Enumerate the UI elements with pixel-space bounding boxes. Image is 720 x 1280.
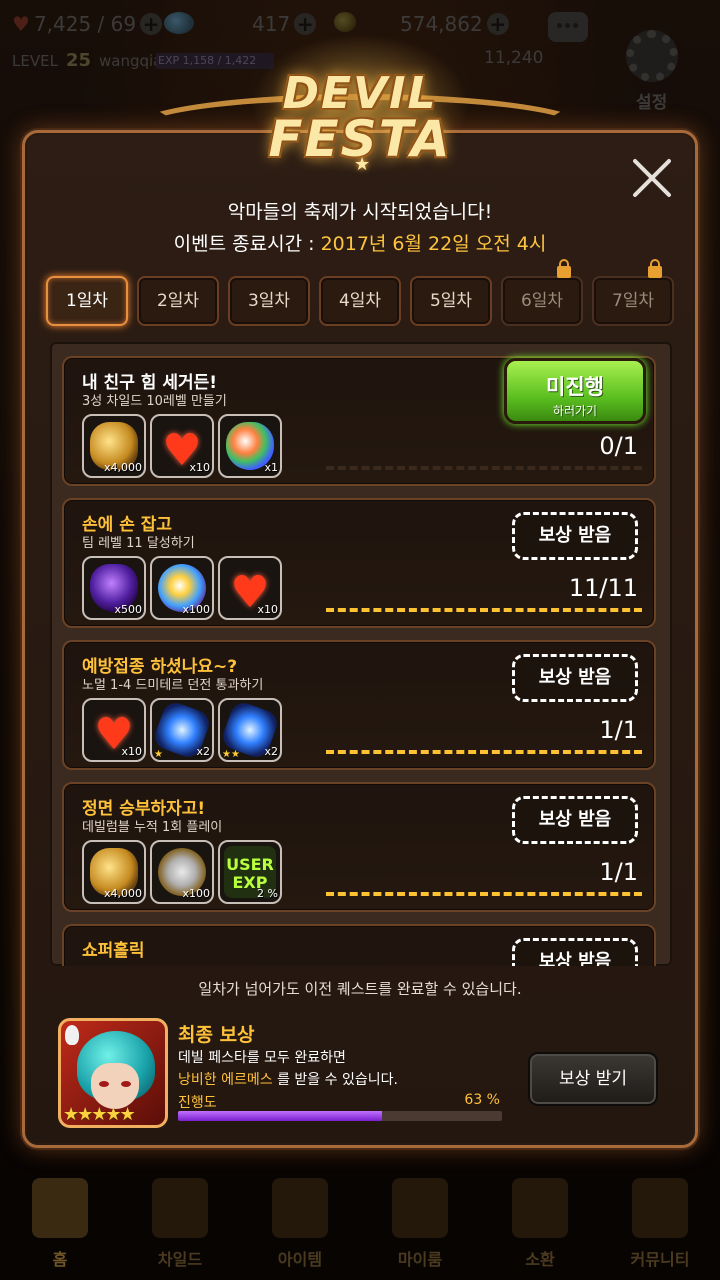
quest-progress: 1/1: [599, 858, 638, 886]
close-icon[interactable]: [628, 154, 676, 202]
progress-label: 진행도: [178, 1095, 217, 1111]
quest-desc: 팀 레벨 11 달성하기: [82, 536, 195, 551]
go-quest-button[interactable]: 미진행 하러가기: [504, 358, 646, 424]
quest-card: 쇼퍼홀릭 보상 받음: [62, 924, 656, 966]
final-progress-fill: [178, 1111, 383, 1121]
claim-final-reward-button[interactable]: 보상 받기: [528, 1052, 658, 1106]
quest-progress: 0/1: [599, 432, 638, 460]
reward-item[interactable]: ★★ x2: [218, 698, 282, 762]
reward-item[interactable]: x1: [218, 414, 282, 478]
quest-card: 예방접종 하셨나요~? 노멀 1-4 드미테르 던전 통과하기 ♥ x10 ★ …: [62, 640, 656, 770]
event-end-time: 이벤트 종료시간 : 2017년 6월 22일 오전 4시: [0, 229, 720, 256]
tab-day-5[interactable]: 5일차: [410, 276, 492, 326]
tab-day-1[interactable]: 1일차: [46, 276, 128, 326]
tab-label: 7일차: [611, 291, 655, 311]
reward-count: x4,000: [103, 461, 142, 474]
reward-count: x1: [264, 461, 278, 474]
reward-item[interactable]: ♥ x10: [150, 414, 214, 478]
quest-card: 정면 승부하자고! 데빌럼블 누적 1회 플레이 x4,000 x100 USE…: [62, 782, 656, 912]
quest-card: 내 친구 힘 세거든! 3성 차일드 10레벨 만들기 x4,000 ♥ x10…: [62, 356, 656, 486]
reward-count: x100: [182, 603, 210, 616]
reward-received-button[interactable]: 보상 받음: [512, 654, 638, 702]
reward-count: x2: [264, 745, 278, 758]
notice-text: 일차가 넘어가도 이전 퀘스트를 완료할 수 있습니다.: [198, 980, 522, 998]
progress-track: [326, 750, 642, 754]
reward-count: x100: [182, 887, 210, 900]
festa-logo: DEVIL FESTA ★: [130, 34, 590, 175]
reward-item[interactable]: ♥ x10: [218, 556, 282, 620]
rarity-stars: ★★★★★: [63, 1104, 136, 1125]
reward-count: x10: [121, 745, 142, 758]
final-reward-title: 최종 보상: [178, 1024, 255, 1046]
quest-title: 쇼퍼홀릭: [82, 941, 145, 961]
reward-received-button[interactable]: 보상 받음: [512, 796, 638, 844]
go-button-label: 미진행: [546, 375, 604, 399]
reward-count: x10: [257, 603, 278, 616]
progress-track: [326, 608, 642, 612]
go-button-sublabel: 하러가기: [552, 404, 598, 418]
quest-desc: 노멀 1-4 드미테르 던전 통과하기: [82, 678, 264, 693]
reward-item[interactable]: ★ x2: [150, 698, 214, 762]
reward-item[interactable]: x4,000: [82, 414, 146, 478]
reward-item[interactable]: x500: [82, 556, 146, 620]
progress-percent: 63 %: [464, 1092, 500, 1108]
reward-received-button[interactable]: 보상 받음: [512, 938, 638, 966]
progress-track: [326, 892, 642, 896]
reward-item[interactable]: x100: [150, 556, 214, 620]
reward-count: x500: [114, 603, 142, 616]
tab-day-4[interactable]: 4일차: [319, 276, 401, 326]
reward-item[interactable]: ♥ x10: [82, 698, 146, 762]
star-icon: ★: [354, 154, 371, 175]
event-time-value: 2017년 6월 22일 오전 4시: [320, 233, 547, 255]
lock-icon: [557, 259, 571, 278]
tab-day-2[interactable]: 2일차: [137, 276, 219, 326]
quest-list[interactable]: 내 친구 힘 세거든! 3성 차일드 10레벨 만들기 x4,000 ♥ x10…: [50, 342, 672, 966]
progress-track: [326, 466, 642, 470]
tab-day-7[interactable]: 7일차: [592, 259, 674, 326]
tab-day-3[interactable]: 3일차: [228, 276, 310, 326]
tab-day-6[interactable]: 6일차: [501, 259, 583, 326]
final-reward-desc: 데빌 페스타를 모두 완료하면: [178, 1050, 346, 1066]
quest-desc: 3성 차일드 10레벨 만들기: [82, 394, 227, 409]
reward-received-button[interactable]: 보상 받음: [512, 512, 638, 560]
rarity-stars: ★★: [222, 749, 240, 760]
event-subtitle: 악마들의 축제가 시작되었습니다!: [227, 201, 493, 223]
final-reward-desc-2: 낭비한 에르메스 를 받을 수 있습니다.: [178, 1069, 398, 1089]
final-progress-bar: [178, 1111, 502, 1121]
quest-progress: 1/1: [599, 716, 638, 744]
quest-progress: 11/11: [568, 574, 638, 602]
reward-item[interactable]: x4,000: [82, 840, 146, 904]
reward-item[interactable]: x100: [150, 840, 214, 904]
tab-label: 6일차: [520, 291, 564, 311]
quest-card: 손에 손 잡고 팀 레벨 11 달성하기 x500 x100 ♥ x10 보상 …: [62, 498, 656, 628]
reward-count: x10: [189, 461, 210, 474]
reward-count: x4,000: [103, 887, 142, 900]
final-reward-desc-rest: 를 받을 수 있습니다.: [272, 1072, 398, 1088]
flame-icon: [65, 1025, 79, 1045]
quest-desc: 데빌럼블 누적 1회 플레이: [82, 820, 223, 835]
reward-count: x2: [196, 745, 210, 758]
event-time-label: 이벤트 종료시간 :: [173, 233, 321, 255]
reward-item[interactable]: USER EXP 2 %: [218, 840, 282, 904]
lock-icon: [648, 259, 662, 278]
rarity-stars: ★: [154, 749, 163, 760]
reward-character-name: 낭비한 에르메스: [178, 1072, 273, 1088]
reward-count: 2 %: [257, 887, 278, 900]
final-reward-portrait[interactable]: ★★★★★: [58, 1018, 168, 1128]
